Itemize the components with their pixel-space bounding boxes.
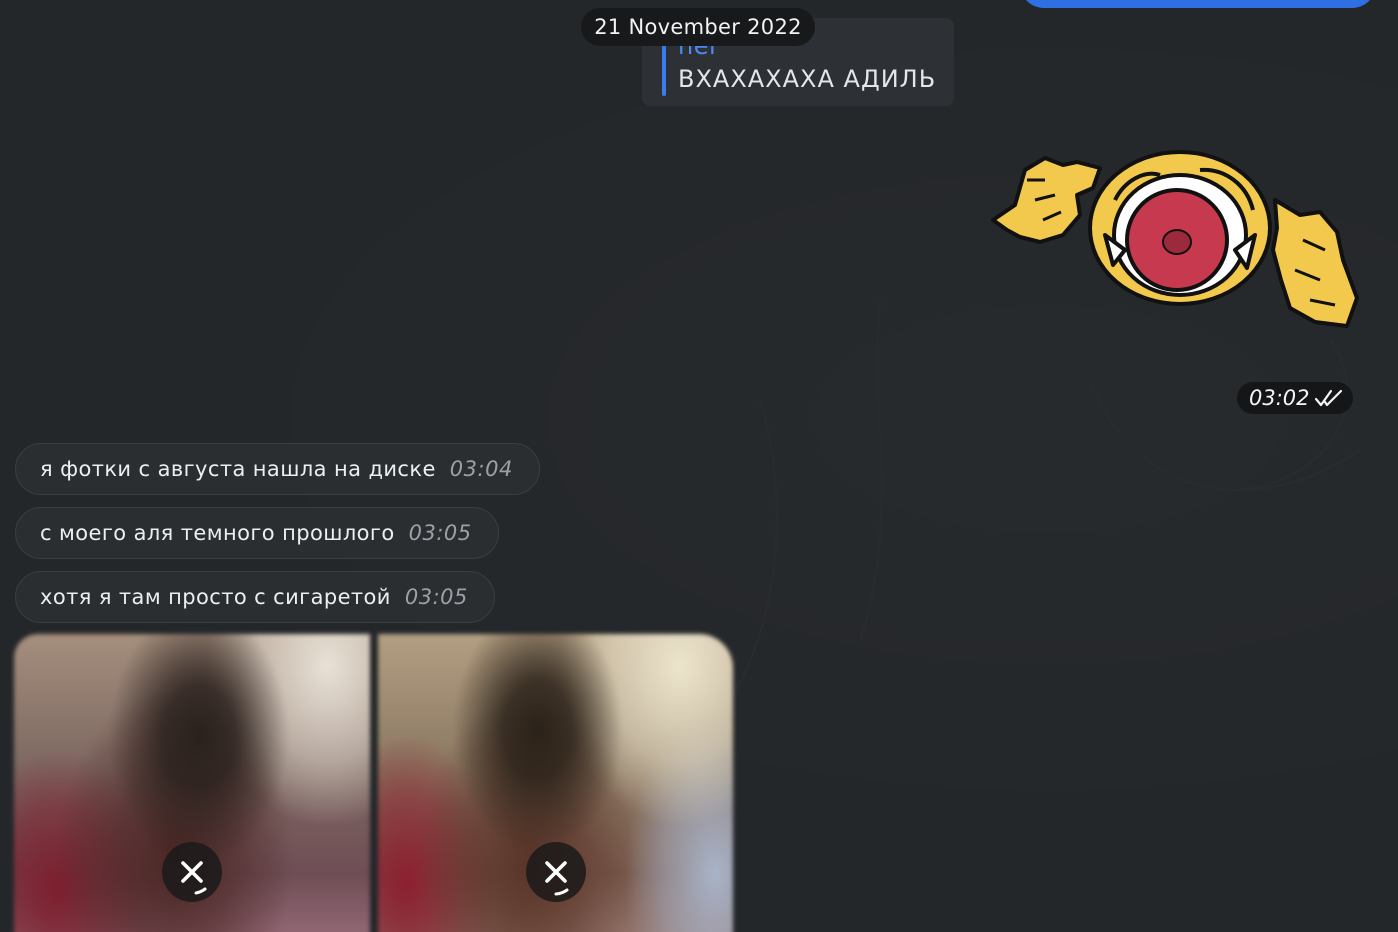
message-time: 03:05: [408, 521, 472, 545]
sticker-time: 03:02: [1249, 386, 1310, 410]
cancel-download-button[interactable]: [162, 842, 222, 902]
sticker-timestamp: 03:02: [1237, 382, 1353, 414]
incoming-message[interactable]: с моего аля темного прошлого 03:05: [15, 507, 499, 559]
cancel-download-icon: [545, 861, 569, 896]
message-text: хотя я там просто с сигаретой: [40, 585, 391, 609]
message-time: 03:05: [404, 585, 468, 609]
cancel-download-button[interactable]: [526, 842, 586, 902]
reply-text: ВХАХАХАХА АДИЛЬ: [678, 65, 937, 93]
reply-accent-bar: [662, 38, 666, 96]
incoming-message[interactable]: я фотки с августа нашла на диске 03:04: [15, 443, 540, 495]
double-check-icon: [1314, 389, 1342, 407]
date-separator: 21 November 2022: [581, 8, 815, 46]
cancel-download-icon: [181, 861, 207, 895]
message-time: 03:04: [449, 457, 513, 481]
message-text: я фотки с августа нашла на диске: [40, 457, 436, 481]
chat-view: nel ВХАХАХАХА АДИЛЬ 21 November 2022 03:…: [0, 0, 1398, 932]
message-text: с моего аля темного прошлого: [40, 521, 395, 545]
laughing-face-sticker[interactable]: [985, 140, 1365, 335]
outgoing-message-bubble[interactable]: [1020, 0, 1376, 8]
incoming-message[interactable]: хотя я там просто с сигаретой 03:05: [15, 571, 495, 623]
